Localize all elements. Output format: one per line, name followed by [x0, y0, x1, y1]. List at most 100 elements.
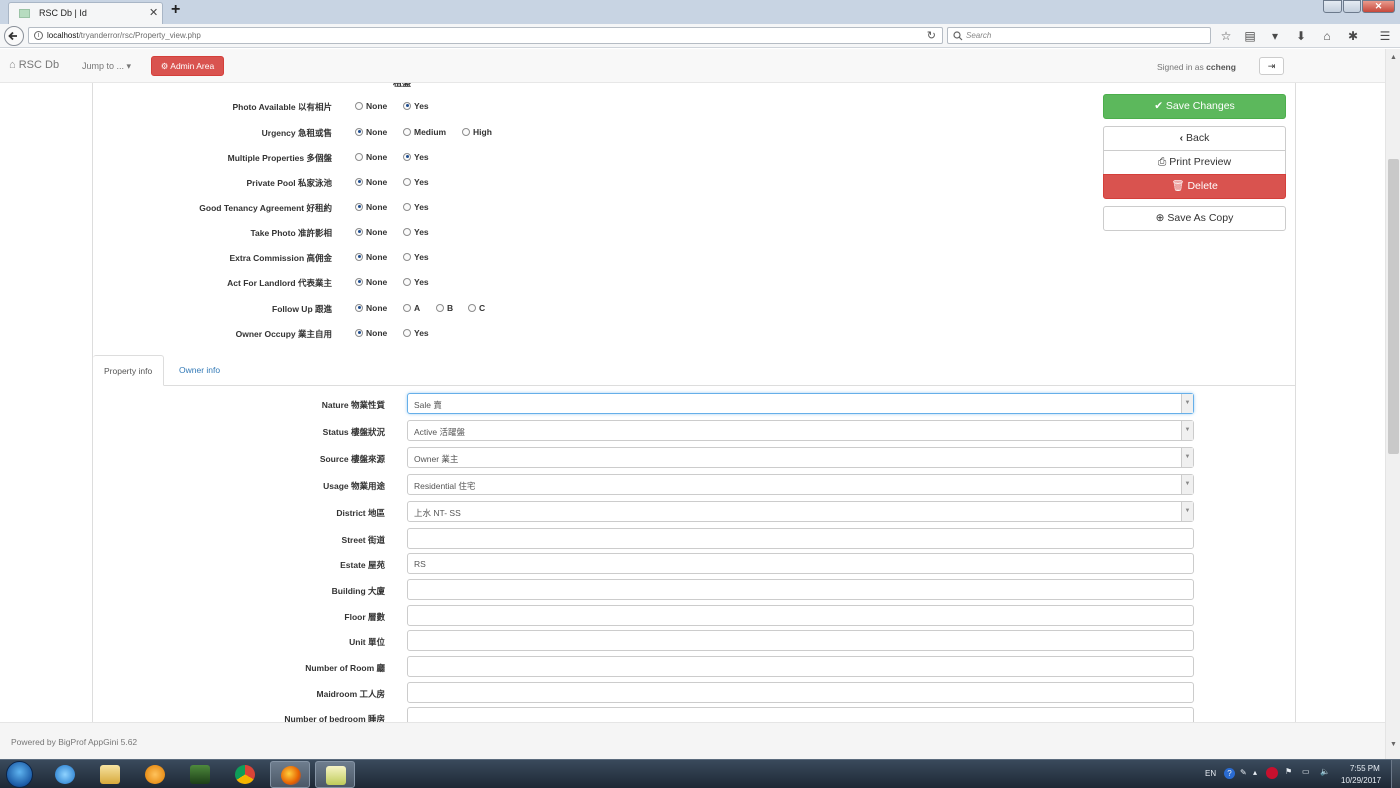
- radio-option[interactable]: B: [436, 302, 453, 314]
- page-scrollbar[interactable]: ▲ ▼: [1385, 49, 1400, 759]
- radio-option[interactable]: None: [355, 201, 387, 213]
- browser-tab[interactable]: RSC Db | Id ✕: [8, 2, 163, 24]
- select-field[interactable]: Owner 業主 ▼: [407, 447, 1194, 468]
- scroll-up-icon[interactable]: ▲: [1390, 54, 1397, 61]
- radio-option[interactable]: None: [355, 251, 387, 263]
- taskbar-firefox[interactable]: [270, 761, 310, 788]
- bookmark-star-icon[interactable]: ☆: [1219, 29, 1233, 43]
- address-bar[interactable]: i localhost/tryanderror/rsc/Property_vie…: [28, 27, 943, 44]
- radio-unchecked-icon[interactable]: [403, 328, 411, 337]
- pocket-icon[interactable]: ▾: [1268, 29, 1282, 43]
- menu-icon[interactable]: ☰: [1378, 29, 1392, 43]
- radio-unchecked-icon[interactable]: [403, 252, 411, 261]
- radio-option[interactable]: None: [355, 276, 387, 288]
- radio-option[interactable]: Medium: [403, 126, 446, 138]
- text-field[interactable]: [407, 579, 1194, 600]
- radio-option[interactable]: C: [468, 302, 485, 314]
- text-field[interactable]: [407, 707, 1194, 722]
- radio-unchecked-icon[interactable]: [403, 227, 411, 236]
- radio-checked-icon[interactable]: [355, 303, 363, 312]
- radio-unchecked-icon[interactable]: [355, 101, 363, 110]
- radio-option[interactable]: None: [355, 100, 387, 112]
- show-desktop-button[interactable]: [1391, 760, 1400, 788]
- radio-unchecked-icon[interactable]: [403, 127, 411, 136]
- language-indicator[interactable]: EN: [1205, 769, 1216, 778]
- radio-option[interactable]: Yes: [403, 327, 429, 339]
- radio-option[interactable]: A: [403, 302, 420, 314]
- save-as-copy-button[interactable]: ⊕ Save As Copy: [1103, 206, 1286, 231]
- taskbar-chrome[interactable]: [225, 761, 265, 788]
- radio-unchecked-icon[interactable]: [403, 202, 411, 211]
- taskbar-app-orange[interactable]: [135, 761, 175, 788]
- dropdown-arrow-icon[interactable]: ▼: [1181, 502, 1193, 521]
- taskbar-file-explorer[interactable]: [90, 761, 130, 788]
- brand-link[interactable]: ⌂ RSC Db: [9, 59, 59, 71]
- maximize-icon[interactable]: [1343, 0, 1361, 13]
- select-field[interactable]: Residential 住宅 ▼: [407, 474, 1194, 495]
- taskbar-internet-explorer[interactable]: [45, 761, 85, 788]
- save-changes-button[interactable]: ✔ Save Changes: [1103, 94, 1286, 119]
- home-icon[interactable]: ⌂: [1320, 29, 1334, 43]
- show-hidden-icons-icon[interactable]: ▴: [1253, 768, 1257, 777]
- select-field[interactable]: Sale 賣 ▼: [407, 393, 1194, 414]
- scrollbar-thumb[interactable]: [1388, 159, 1399, 454]
- radio-option[interactable]: Yes: [403, 201, 429, 213]
- extension-icon[interactable]: ✱: [1346, 29, 1360, 43]
- dropdown-arrow-icon[interactable]: ▼: [1181, 475, 1193, 494]
- tab-owner-info[interactable]: Owner info: [168, 355, 231, 386]
- radio-checked-icon[interactable]: [355, 252, 363, 261]
- new-tab-icon[interactable]: +: [171, 1, 180, 19]
- back-button[interactable]: ‹ Back: [1103, 126, 1286, 151]
- dropdown-arrow-icon[interactable]: ▼: [1181, 448, 1193, 467]
- antivirus-icon[interactable]: [1266, 767, 1278, 779]
- scroll-down-icon[interactable]: ▼: [1390, 741, 1397, 748]
- text-field[interactable]: [407, 605, 1194, 626]
- select-field[interactable]: 上水 NT- SS ▼: [407, 501, 1194, 522]
- taskbar-app-green[interactable]: [180, 761, 220, 788]
- flag-icon[interactable]: ⚑: [1285, 767, 1292, 776]
- dropdown-arrow-icon[interactable]: ▼: [1181, 394, 1193, 413]
- delete-button[interactable]: 🗑 Delete: [1103, 174, 1286, 199]
- radio-option[interactable]: None: [355, 151, 387, 163]
- text-field[interactable]: [407, 682, 1194, 703]
- text-field[interactable]: [407, 528, 1194, 549]
- radio-option[interactable]: Yes: [403, 251, 429, 263]
- text-field[interactable]: [407, 656, 1194, 677]
- dropdown-arrow-icon[interactable]: ▼: [1181, 421, 1193, 440]
- jump-to-menu[interactable]: Jump to ... ▾: [82, 61, 131, 72]
- radio-option[interactable]: Yes: [403, 276, 429, 288]
- radio-option[interactable]: Yes: [403, 151, 429, 163]
- downloads-icon[interactable]: ⬇: [1294, 29, 1308, 43]
- start-button[interactable]: [6, 761, 33, 788]
- search-input[interactable]: Search: [947, 27, 1211, 44]
- radio-unchecked-icon[interactable]: [403, 303, 411, 312]
- radio-option[interactable]: High: [462, 126, 492, 138]
- text-field[interactable]: [407, 630, 1194, 651]
- reading-list-icon[interactable]: ▤: [1243, 29, 1257, 43]
- radio-unchecked-icon[interactable]: [403, 177, 411, 186]
- volume-icon[interactable]: 🔈: [1320, 767, 1330, 776]
- clock-time[interactable]: 7:55 PM: [1350, 764, 1380, 773]
- help-icon[interactable]: ?: [1224, 768, 1235, 779]
- taskbar-notepad[interactable]: [315, 761, 355, 788]
- admin-area-button[interactable]: ⚙ Admin Area: [151, 56, 224, 76]
- logout-button[interactable]: ⇥: [1259, 57, 1284, 75]
- radio-option[interactable]: None: [355, 176, 387, 188]
- radio-unchecked-icon[interactable]: [436, 303, 444, 312]
- radio-unchecked-icon[interactable]: [355, 152, 363, 161]
- radio-unchecked-icon[interactable]: [468, 303, 476, 312]
- radio-option[interactable]: Yes: [403, 176, 429, 188]
- radio-option[interactable]: None: [355, 226, 387, 238]
- info-icon[interactable]: i: [34, 31, 43, 40]
- network-icon[interactable]: ▭: [1302, 767, 1310, 776]
- text-field[interactable]: RS: [407, 553, 1194, 574]
- close-window-icon[interactable]: ✕: [1362, 0, 1395, 13]
- radio-checked-icon[interactable]: [355, 177, 363, 186]
- radio-unchecked-icon[interactable]: [462, 127, 470, 136]
- select-field[interactable]: Active 活躍盤 ▼: [407, 420, 1194, 441]
- radio-option[interactable]: Yes: [403, 226, 429, 238]
- radio-option[interactable]: None: [355, 126, 387, 138]
- radio-checked-icon[interactable]: [403, 152, 411, 161]
- close-tab-icon[interactable]: ✕: [149, 6, 158, 19]
- tab-property-info[interactable]: Property info: [93, 355, 165, 386]
